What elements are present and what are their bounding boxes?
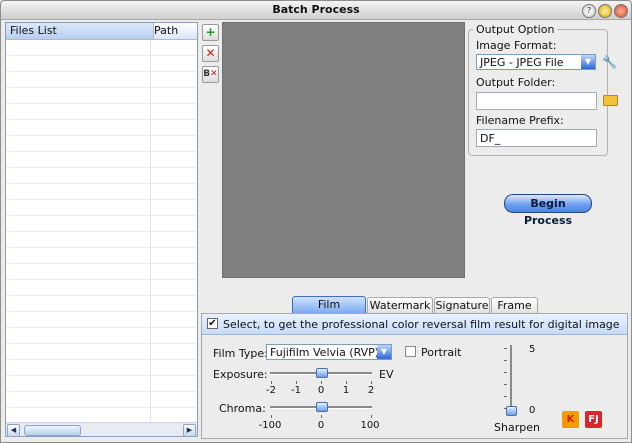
chroma-label: Chroma: bbox=[219, 402, 266, 415]
scroll-thumb[interactable] bbox=[24, 425, 81, 436]
exposure-tick bbox=[321, 381, 322, 384]
tab-signature[interactable]: Signature bbox=[434, 297, 490, 313]
portrait-label: Portrait bbox=[421, 346, 462, 359]
files-list-rows[interactable] bbox=[6, 40, 197, 421]
exposure-unit: EV bbox=[379, 368, 394, 381]
remove-file-button[interactable]: ✕ bbox=[202, 45, 219, 62]
folder-icon[interactable] bbox=[603, 95, 618, 106]
add-icon: + bbox=[205, 25, 216, 39]
sharpen-tick bbox=[504, 348, 507, 349]
exposure-tick bbox=[296, 381, 297, 384]
scroll-left-button[interactable]: ◀ bbox=[7, 424, 20, 437]
close-button[interactable] bbox=[614, 4, 628, 18]
image-format-select[interactable]: JPEG - JPEG File ▼ bbox=[476, 54, 596, 70]
film-type-label: Film Type: bbox=[213, 347, 268, 360]
files-list-header: Files List Path bbox=[6, 23, 197, 40]
minimize-button[interactable] bbox=[598, 4, 612, 18]
chroma-tick-label: -100 bbox=[258, 420, 282, 431]
files-list[interactable]: Files List Path ◀ ▶ bbox=[5, 22, 198, 437]
sharpen-slider-thumb[interactable] bbox=[506, 406, 517, 416]
sharpen-max-label: 5 bbox=[529, 344, 536, 355]
path-column-header[interactable]: Path bbox=[154, 23, 178, 39]
film-type-select[interactable]: Fujifilm Velvia (RVP) ▼ bbox=[266, 344, 392, 360]
chroma-tick-label: 0 bbox=[317, 420, 325, 431]
exposure-tick-label: -1 bbox=[291, 385, 301, 396]
sharpen-tick bbox=[504, 372, 507, 373]
tab-watermark[interactable]: Watermark bbox=[367, 297, 433, 313]
portrait-checkbox[interactable] bbox=[405, 346, 416, 357]
filename-prefix-input[interactable]: DF_ bbox=[476, 129, 597, 147]
exposure-tick-label: 0 bbox=[317, 385, 325, 396]
sharpen-tick bbox=[504, 360, 507, 361]
output-option-title: Output Option bbox=[476, 23, 555, 36]
files-list-column-header[interactable]: Files List bbox=[6, 23, 154, 39]
clear-all-icon: B✕ bbox=[203, 69, 218, 79]
sharpen-tick bbox=[504, 396, 507, 397]
image-preview bbox=[222, 22, 465, 278]
chevron-down-icon[interactable]: ▼ bbox=[581, 55, 595, 69]
sharpen-min-label: 0 bbox=[529, 405, 536, 416]
tab-frame[interactable]: Frame bbox=[491, 297, 538, 313]
clear-all-button[interactable]: B✕ bbox=[202, 66, 219, 83]
wrench-icon[interactable]: 🔧 bbox=[602, 55, 617, 69]
output-folder-input[interactable] bbox=[476, 92, 597, 110]
exposure-tick-label: 1 bbox=[342, 385, 350, 396]
output-folder-label: Output Folder: bbox=[476, 76, 556, 89]
exposure-tick bbox=[371, 381, 372, 384]
scroll-right-button[interactable]: ▶ bbox=[183, 424, 196, 437]
exposure-label: Exposure: bbox=[213, 368, 268, 381]
filename-prefix-label: Filename Prefix: bbox=[476, 114, 564, 127]
begin-process-button[interactable]: Begin Process bbox=[504, 194, 592, 227]
kodak-logo[interactable]: K bbox=[562, 411, 579, 428]
exposure-tick bbox=[271, 381, 272, 384]
window-title: Batch Process bbox=[272, 3, 360, 16]
exposure-tick bbox=[346, 381, 347, 384]
help-button[interactable]: ? bbox=[582, 4, 596, 18]
chroma-tick bbox=[321, 415, 322, 418]
image-format-value: JPEG - JPEG File bbox=[480, 56, 564, 69]
image-format-label: Image Format: bbox=[476, 39, 557, 52]
chroma-tick bbox=[371, 415, 372, 418]
title-bar: Batch Process ? bbox=[1, 1, 631, 20]
sharpen-tick bbox=[504, 384, 507, 385]
film-enable-label: Select, to get the professional color re… bbox=[223, 318, 620, 331]
horizontal-scrollbar[interactable]: ◀ ▶ bbox=[6, 422, 197, 437]
chroma-tick-label: 100 bbox=[360, 420, 380, 431]
tab-film-imitation[interactable]: Film Imitation bbox=[292, 296, 366, 326]
chroma-tick bbox=[271, 415, 272, 418]
add-files-button[interactable]: + bbox=[202, 24, 219, 41]
film-enable-checkbox[interactable]: ✔ bbox=[207, 318, 218, 329]
sharpen-slider-track[interactable] bbox=[510, 345, 512, 411]
chroma-slider-thumb[interactable] bbox=[316, 402, 328, 412]
chevron-down-icon[interactable]: ▼ bbox=[377, 345, 391, 359]
fujifilm-logo[interactable]: FJ bbox=[585, 411, 602, 428]
remove-icon: ✕ bbox=[205, 46, 216, 60]
exposure-tick-label: 2 bbox=[367, 385, 375, 396]
film-enable-banner: ✔ Select, to get the professional color … bbox=[202, 314, 627, 335]
column-divider bbox=[150, 40, 151, 421]
exposure-slider-thumb[interactable] bbox=[316, 368, 328, 378]
exposure-tick-label: -2 bbox=[266, 385, 276, 396]
film-type-value: Fujifilm Velvia (RVP) bbox=[270, 346, 380, 359]
sharpen-label: Sharpen bbox=[494, 421, 540, 434]
